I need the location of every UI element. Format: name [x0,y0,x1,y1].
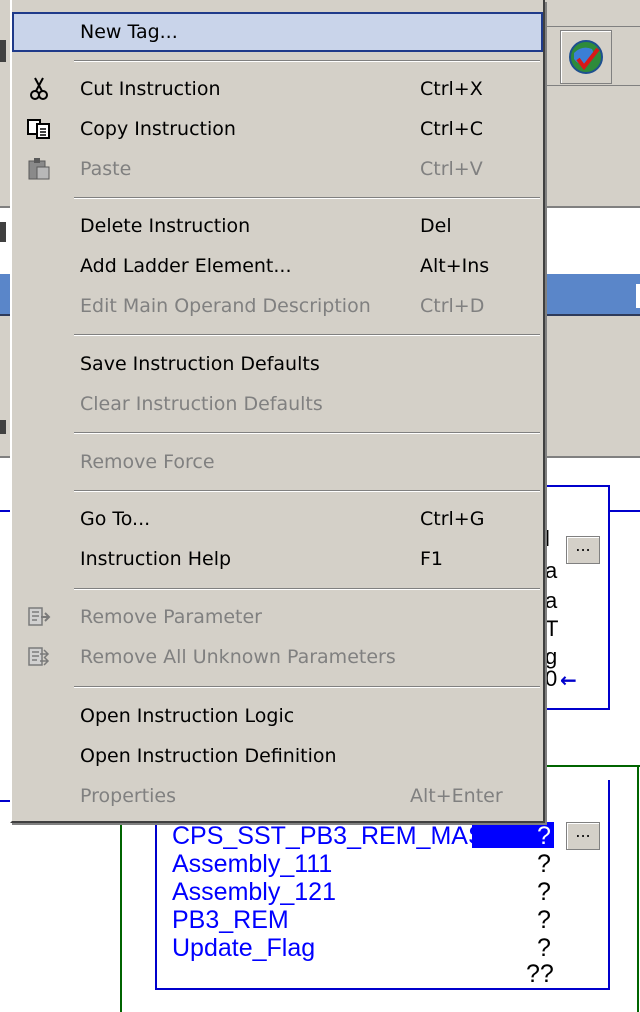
power-rail [637,765,639,1012]
menu-item-label: Edit Main Operand Description [80,295,371,317]
menu-item-copy-instruction[interactable]: Copy Instruction Ctrl+C [12,109,543,149]
operand-fragment: T [545,618,559,641]
menu-item-label: Remove All Unknown Parameters [80,646,396,668]
menu-item-shortcut: Ctrl+D [420,295,485,317]
operand-value: ? [537,878,551,906]
operand-fragment: a [545,590,558,613]
operand-value: ? [537,822,551,850]
menu-item-label: Save Instruction Defaults [80,353,320,375]
operand-tag[interactable]: Update_Flag [172,936,315,961]
verify-controller-button[interactable] [560,30,612,84]
menu-item-shortcut: Ctrl+C [420,118,483,140]
menu-item-shortcut: Alt+Enter [410,785,503,807]
menu-item-paste[interactable]: Paste Ctrl+V [12,149,543,189]
browse-button[interactable]: ... [566,536,600,564]
menu-item-label: New Tag... [80,21,178,43]
menu-item-cut-instruction[interactable]: Cut Instruction Ctrl+X [12,69,543,109]
menu-separator [74,334,540,336]
menu-separator [74,686,540,688]
menu-item-label: Clear Instruction Defaults [80,393,323,415]
context-menu: New Tag... Cut Instruction Ctrl+X Copy I… [10,0,545,823]
menu-item-remove-parameter[interactable]: Remove Parameter [12,597,543,637]
menu-item-label: Go To... [80,508,151,530]
background-edge-mark [0,40,6,62]
operand-value: ? [537,934,551,962]
menu-item-shortcut: Alt+Ins [420,255,490,277]
menu-item-label: Properties [80,785,177,807]
remove-all-parameters-icon [26,645,52,669]
menu-item-instruction-help[interactable]: Instruction Help F1 [12,539,543,579]
menu-item-label: Instruction Help [80,548,232,570]
menu-item-new-tag[interactable]: New Tag... [12,12,543,52]
menu-item-go-to[interactable]: Go To... Ctrl+G [12,499,543,539]
menu-separator [74,197,540,199]
operand-value: ? [537,850,551,878]
menu-item-remove-force[interactable]: Remove Force [12,442,543,482]
globe-check-icon [569,40,603,74]
menu-item-clear-instruction-defaults[interactable]: Clear Instruction Defaults [12,384,543,424]
browse-button[interactable]: ... [566,822,600,850]
operand-fragment: l [545,528,550,551]
rung-wire [610,510,640,512]
menu-item-label: Remove Parameter [80,606,262,628]
arrow-left-icon: ← [560,668,577,692]
menu-item-shortcut: Del [420,215,452,237]
menu-separator [74,588,540,590]
rung-wire [545,765,640,767]
menu-item-add-ladder-element[interactable]: Add Ladder Element... Alt+Ins [12,246,543,286]
operand-tag[interactable]: Assembly_121 [172,880,336,905]
menu-item-label: Add Ladder Element... [80,255,292,277]
menu-item-label: Paste [80,158,132,180]
menu-item-delete-instruction[interactable]: Delete Instruction Del [12,206,543,246]
menu-item-save-instruction-defaults[interactable]: Save Instruction Defaults [12,344,543,384]
menu-item-properties[interactable]: Properties Alt+Enter [12,776,543,816]
background-edge-mark [0,420,6,434]
cut-icon [26,77,52,101]
operand-tag[interactable]: PB3_REM [172,908,289,933]
operand-fragment: a [545,560,558,583]
background-edge-mark [636,284,640,308]
background-edge-mark [0,222,6,242]
menu-item-label: Copy Instruction [80,118,236,140]
menu-item-open-instruction-definition[interactable]: Open Instruction Definition [12,736,543,776]
menu-item-shortcut: Ctrl+G [420,508,485,530]
menu-item-open-instruction-logic[interactable]: Open Instruction Logic [12,696,543,736]
operand-fragment: 0 [545,668,558,691]
remove-parameter-icon [26,605,52,629]
menu-item-shortcut: Ctrl+X [420,78,483,100]
operand-value: ?? [526,960,554,988]
power-rail [120,823,122,1012]
operand-tag[interactable]: Assembly_111 [172,852,332,877]
menu-item-edit-main-operand-description[interactable]: Edit Main Operand Description Ctrl+D [12,286,543,326]
menu-separator [74,432,540,434]
menu-separator [74,60,540,62]
menu-item-label: Delete Instruction [80,215,251,237]
menu-item-shortcut: Ctrl+V [420,158,483,180]
menu-item-label: Open Instruction Definition [80,745,337,767]
menu-item-shortcut: F1 [420,548,444,570]
operand-fragment: g [545,646,558,669]
operand-value: ? [537,906,551,934]
menu-item-label: Remove Force [80,451,215,473]
menu-separator [74,490,540,492]
paste-icon [26,157,52,181]
menu-item-remove-all-unknown-parameters[interactable]: Remove All Unknown Parameters [12,637,543,677]
operand-tag[interactable]: CPS_SST_PB3_REM_MAST... [172,824,518,849]
menu-item-label: Open Instruction Logic [80,705,295,727]
copy-icon [26,117,52,141]
menu-item-label: Cut Instruction [80,78,221,100]
